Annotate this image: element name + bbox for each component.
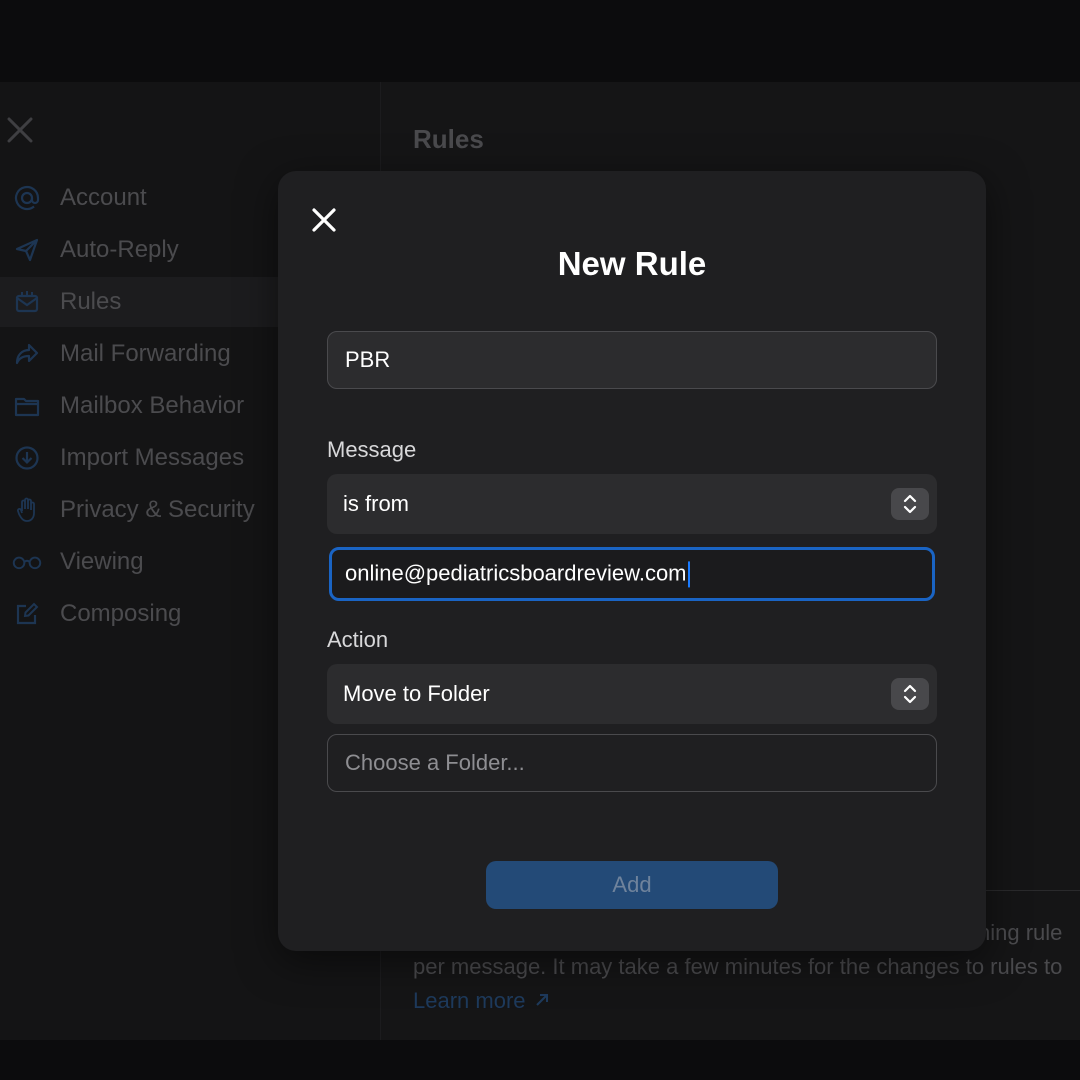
message-label: Message bbox=[327, 437, 417, 462]
action-selected-value: Move to Folder bbox=[343, 681, 490, 706]
dialog-title: New Rule bbox=[557, 245, 707, 282]
action-label: Action bbox=[327, 627, 389, 652]
sidebar-item-label: Viewing bbox=[60, 548, 144, 575]
hand-icon bbox=[12, 495, 42, 525]
sidebar-item-label: Mailbox Behavior bbox=[60, 392, 245, 419]
folder-chooser-field[interactable]: Choose a Folder... bbox=[327, 734, 937, 792]
sidebar-item-label: Composing bbox=[60, 600, 182, 627]
page-title: Rules bbox=[413, 124, 484, 154]
condition-selected-value: is from bbox=[343, 491, 409, 516]
add-button-label: Add bbox=[612, 872, 652, 897]
at-icon bbox=[12, 183, 42, 213]
add-button[interactable]: Add bbox=[486, 861, 778, 909]
sidebar-item-label: Account bbox=[60, 184, 147, 211]
learn-more-link[interactable]: Learn more bbox=[413, 988, 550, 1014]
forward-arrow-icon bbox=[12, 339, 42, 369]
paper-plane-icon bbox=[12, 235, 42, 265]
sender-email-value: online@pediatricsboardreview.com bbox=[345, 560, 687, 586]
external-arrow-icon bbox=[534, 988, 550, 1013]
folder-icon bbox=[12, 391, 42, 421]
settings-close-icon[interactable] bbox=[6, 116, 34, 144]
rule-name-field[interactable]: PBR bbox=[327, 331, 937, 389]
sender-email-input[interactable]: online@pediatricsboardreview.com bbox=[329, 547, 935, 601]
learn-more-label: Learn more bbox=[413, 988, 526, 1013]
chevron-up-down-icon bbox=[891, 678, 929, 710]
condition-select[interactable]: is from bbox=[327, 474, 937, 534]
sidebar-item-label: Mail Forwarding bbox=[60, 340, 231, 367]
action-select[interactable]: Move to Folder bbox=[327, 664, 937, 724]
chevron-up-down-icon bbox=[891, 488, 929, 520]
text-caret bbox=[687, 561, 690, 588]
sidebar-item-label: Rules bbox=[60, 288, 122, 315]
glasses-icon bbox=[12, 547, 42, 577]
rule-name-value: PBR bbox=[345, 347, 391, 372]
sidebar-item-label: Auto-Reply bbox=[60, 236, 179, 263]
import-icon bbox=[12, 443, 42, 473]
sidebar-item-label: Import Messages bbox=[60, 444, 245, 471]
info-text: hing rule bbox=[978, 920, 1063, 945]
sidebar-item-label: Privacy & Security bbox=[60, 496, 255, 523]
email-input-content: online@pediatricsboardreview.com bbox=[345, 560, 690, 588]
info-text: per message. It may take a few minutes f… bbox=[413, 954, 1063, 979]
close-icon[interactable] bbox=[308, 204, 340, 236]
compose-icon bbox=[12, 599, 42, 629]
new-rule-dialog: New Rule PBR Message is from online@pedi… bbox=[278, 171, 986, 951]
folder-placeholder: Choose a Folder... bbox=[345, 750, 525, 775]
envelope-rules-icon bbox=[12, 287, 42, 317]
